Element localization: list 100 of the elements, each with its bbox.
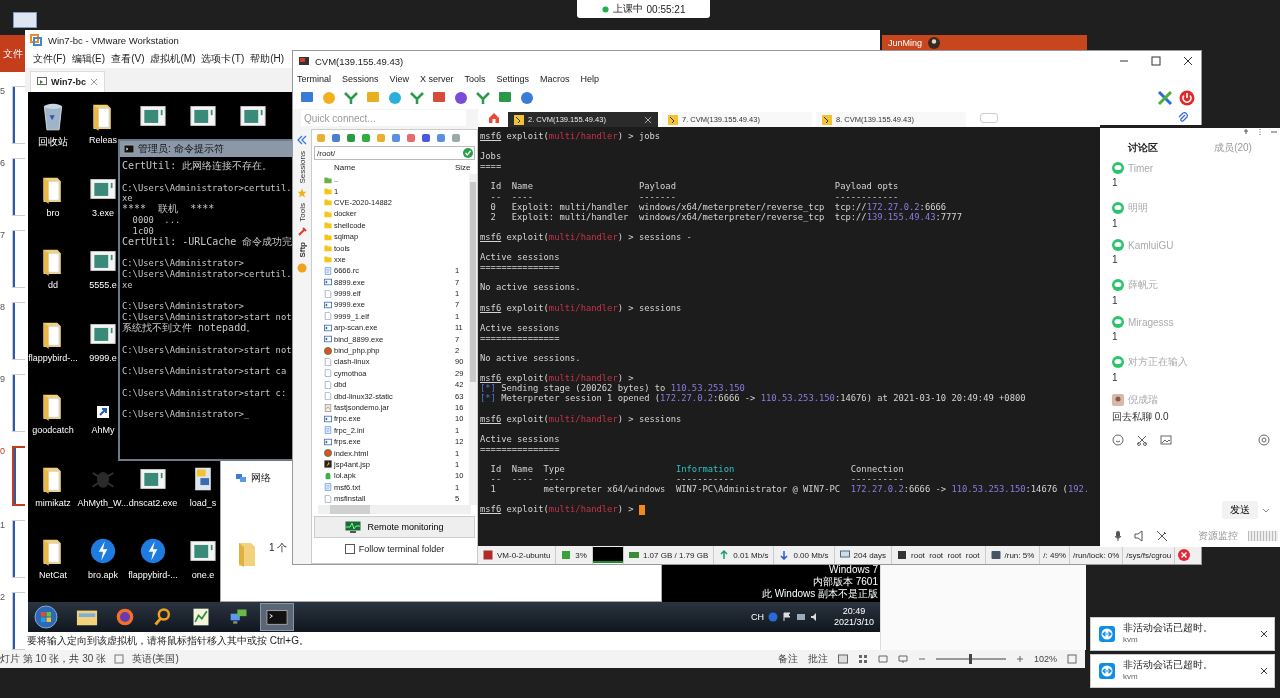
microphone-icon[interactable] <box>1112 529 1124 542</box>
desktop-shortcut[interactable]: 9999.e <box>89 317 117 363</box>
menu-item[interactable]: 编辑(E) <box>71 52 106 66</box>
checkbox[interactable] <box>344 544 355 554</box>
menu-item[interactable]: 文件(F) <box>33 52 66 66</box>
desktop-shortcut[interactable]: Releas <box>89 100 117 145</box>
chat-bubble-icon <box>1112 201 1124 214</box>
more-icon[interactable] <box>1256 128 1264 136</box>
slide-number: 7 <box>0 230 6 240</box>
menu-item[interactable]: 选项卡(T) <box>201 52 245 66</box>
settings-icon[interactable] <box>1258 433 1270 446</box>
image-icon[interactable] <box>1160 433 1172 446</box>
menu-item[interactable]: Macros <box>539 74 570 84</box>
scrollbar[interactable] <box>469 174 477 505</box>
follow-folder-checkbox[interactable]: Follow terminal folder <box>312 540 477 558</box>
console-icon[interactable] <box>266 607 288 627</box>
desktop-shortcut[interactable]: dd <box>40 245 66 290</box>
desktop-shortcut[interactable]: AhMy <box>91 390 115 435</box>
menu-item[interactable]: View <box>389 74 409 84</box>
side-tab[interactable]: Sessions <box>297 151 307 184</box>
quick-connect-field[interactable]: Quick connect... <box>301 110 466 126</box>
fit-window-icon[interactable] <box>1067 654 1077 664</box>
scissors-icon[interactable] <box>1136 433 1148 446</box>
desktop-shortcut[interactable]: bro.apk <box>88 535 118 580</box>
home-icon[interactable] <box>488 112 500 124</box>
menu-item[interactable]: 虚拟机(M) <box>150 52 196 66</box>
desktop-shortcut[interactable]: 5555.e <box>89 245 117 290</box>
desktop-shortcut[interactable]: 回收站 <box>38 100 68 149</box>
desktop-shortcut[interactable]: dnscat2.exe <box>128 462 178 508</box>
slideshow-icon[interactable] <box>897 654 908 664</box>
desktop-shortcut[interactable]: bro <box>40 172 66 218</box>
sender-name: 薛帆元 <box>1128 277 1158 292</box>
menu-item[interactable]: 帮助(H) <box>250 52 285 66</box>
collapse-icon[interactable] <box>296 134 308 146</box>
close-icon[interactable] <box>1183 56 1193 66</box>
zoom-slider-thumb[interactable] <box>969 654 973 664</box>
grid-view-icon[interactable] <box>857 654 868 664</box>
terminal-line: 1 meterpreter x64/windows WIN7-PC\Administrator @ WIN7-PC 172.27.0.2:6666 -> 110.53.253.150:14676 (192. <box>489 484 1090 495</box>
start-button-icon[interactable] <box>34 605 58 629</box>
horizontal-scrollbar[interactable] <box>318 505 471 514</box>
pin-icon[interactable] <box>1242 128 1250 136</box>
speaker-icon[interactable] <box>1134 529 1146 542</box>
desktop-shortcut[interactable]: mimikatz <box>35 462 71 508</box>
file-menu-button[interactable]: 文件 <box>0 35 25 72</box>
status-text: VM-0-2-ubuntu <box>497 550 551 560</box>
desktop-shortcut[interactable]: 3.exe <box>90 172 116 218</box>
desktop-shortcut[interactable]: goodcatch <box>32 390 74 435</box>
menu-item[interactable]: Help <box>580 74 599 84</box>
spellcheck-icon[interactable] <box>114 654 125 664</box>
input-language[interactable]: CH <box>750 612 764 622</box>
close-icon[interactable] <box>644 115 652 124</box>
network-nav-item[interactable]: 网络 <box>235 471 271 485</box>
console-line: C:\Users\Administrator>start ca <box>122 366 287 377</box>
menu-item[interactable]: Settings <box>496 74 529 84</box>
chat-tab[interactable]: 讨论区 <box>1128 138 1159 158</box>
power-icon[interactable] <box>1179 90 1195 106</box>
thumbnail-icon[interactable] <box>13 12 37 28</box>
desktop-shortcut[interactable]: one.e <box>190 535 216 580</box>
sender-name: KamluiGU <box>1128 239 1174 251</box>
menu-item[interactable]: Terminal <box>297 74 331 84</box>
normal-view-icon[interactable] <box>837 654 848 664</box>
check-icon[interactable] <box>463 148 473 158</box>
menu-item[interactable]: 查看(V) <box>111 52 145 66</box>
status-message: 要将输入定向到该虚拟机，请将鼠标指针移入其中或按 Ctrl+G。 <box>27 634 309 648</box>
column-header[interactable]: Name <box>334 163 455 172</box>
x-logo-icon[interactable] <box>1157 90 1173 106</box>
close-icon[interactable] <box>1260 630 1268 638</box>
desktop-shortcut[interactable]: flappybird-... <box>28 317 78 363</box>
terminal-line: =============== <box>480 443 560 454</box>
console-line: **** 联机 **** <box>122 203 215 215</box>
minimize-icon[interactable] <box>1270 128 1278 136</box>
desktop-shortcut[interactable]: load_s <box>189 462 217 508</box>
side-tab[interactable]: Tools <box>297 203 307 223</box>
zoom-percent[interactable]: 102% <box>1033 654 1057 664</box>
zoom-in-icon[interactable] <box>1015 655 1024 663</box>
menu-item[interactable]: X server <box>419 74 454 84</box>
path-field[interactable]: /root/ <box>314 146 475 160</box>
notes-button[interactable]: 备注 <box>777 652 798 666</box>
maximize-icon[interactable] <box>1151 56 1161 66</box>
menu-item[interactable]: Sessions <box>342 74 379 84</box>
side-tab[interactable]: Sftp <box>297 242 307 258</box>
menu-item[interactable]: Tools <box>464 74 486 84</box>
send-button[interactable]: 发送 <box>1222 500 1258 519</box>
language-label[interactable]: 英语(美国) <box>132 652 179 666</box>
comments-button[interactable]: 批注 <box>807 652 828 666</box>
network-computers-icon[interactable] <box>228 607 250 627</box>
flag-icon[interactable] <box>781 612 792 622</box>
browser-icon[interactable] <box>114 607 136 627</box>
desktop-shortcut[interactable]: AhMyth_W... <box>77 462 129 508</box>
taskbar-clock[interactable]: 20:49 2021/3/10 <box>833 606 874 628</box>
desktop-shortcut[interactable]: NetCat <box>39 535 67 580</box>
desktop-shortcut[interactable]: flappybird-... <box>128 535 178 580</box>
reading-view-icon[interactable] <box>877 654 888 664</box>
column-header[interactable]: Size <box>455 163 477 172</box>
vm-tab[interactable]: Win7-bc <box>30 71 105 92</box>
emoji-icon[interactable] <box>1112 433 1124 446</box>
close-icon[interactable] <box>1260 667 1268 675</box>
paperclip-icon[interactable] <box>1177 112 1189 124</box>
slide-thumbnail[interactable] <box>11 446 25 506</box>
remote-monitoring-button[interactable]: Remote monitoring <box>314 516 475 538</box>
